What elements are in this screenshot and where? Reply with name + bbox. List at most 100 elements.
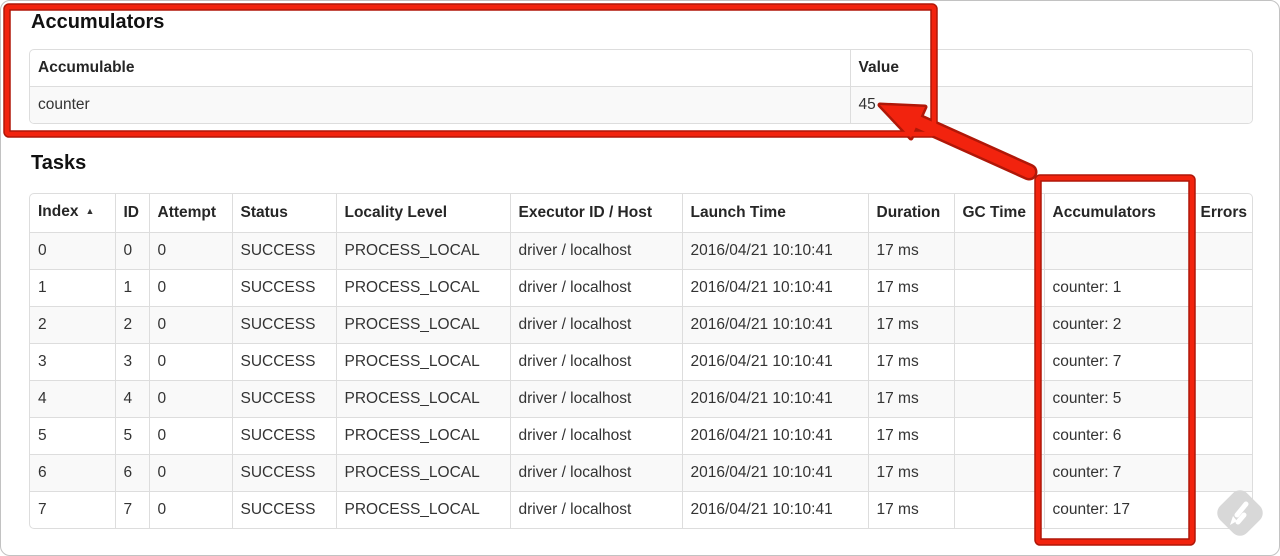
task-status-cell: SUCCESS [231,232,336,270]
launch-time-column-header[interactable]: Launch Time [681,194,868,233]
duration-column-header[interactable]: Duration [867,194,954,233]
task-duration-cell: 17 ms [867,269,954,307]
task-id-cell: 5 [114,417,149,455]
task-executor-cell: driver / localhost [509,454,682,492]
locality-level-column-header[interactable]: Locality Level [335,194,510,233]
gc-time-column-header[interactable]: GC Time [953,194,1044,233]
task-executor-cell: driver / localhost [509,269,682,307]
id-column-header[interactable]: ID [114,194,149,233]
task-row: 0 0 0 SUCCESS PROCESS_LOCAL driver / loc… [30,232,1252,270]
task-executor-cell: driver / localhost [509,417,682,455]
task-gc-time-cell [953,417,1044,455]
task-gc-time-cell [953,491,1044,528]
tasks-heading: Tasks [31,152,87,174]
index-column-header[interactable]: Index ▲ [30,194,115,233]
task-index-cell: 6 [30,454,115,492]
annotation-arrow-shaft [912,116,1035,178]
task-locality-cell: PROCESS_LOCAL [335,306,510,344]
tasks-header-row: Index ▲ ID Attempt Status Locality Level … [30,194,1252,233]
task-row: 5 5 0 SUCCESS PROCESS_LOCAL driver / loc… [30,417,1252,455]
task-index-cell: 4 [30,380,115,418]
task-errors-cell [1191,454,1252,492]
task-row: 1 1 0 SUCCESS PROCESS_LOCAL driver / loc… [30,269,1252,307]
task-index-cell: 3 [30,343,115,381]
task-launch-time-cell: 2016/04/21 10:10:41 [681,343,868,381]
task-attempt-cell: 0 [148,306,232,344]
task-status-cell: SUCCESS [231,269,336,307]
task-id-cell: 6 [114,454,149,492]
accumulators-heading: Accumulators [31,11,165,33]
task-id-cell: 2 [114,306,149,344]
tasks-table: Index ▲ ID Attempt Status Locality Level … [29,193,1253,529]
task-duration-cell: 17 ms [867,232,954,270]
task-duration-cell: 17 ms [867,417,954,455]
task-launch-time-cell: 2016/04/21 10:10:41 [681,232,868,270]
task-id-cell: 4 [114,380,149,418]
task-attempt-cell: 0 [148,380,232,418]
task-gc-time-cell [953,454,1044,492]
task-locality-cell: PROCESS_LOCAL [335,454,510,492]
task-launch-time-cell: 2016/04/21 10:10:41 [681,491,868,528]
task-duration-cell: 17 ms [867,454,954,492]
status-column-header[interactable]: Status [231,194,336,233]
task-row: 7 7 0 SUCCESS PROCESS_LOCAL driver / loc… [30,491,1252,528]
attempt-column-header[interactable]: Attempt [148,194,232,233]
task-locality-cell: PROCESS_LOCAL [335,232,510,270]
task-locality-cell: PROCESS_LOCAL [335,491,510,528]
task-gc-time-cell [953,380,1044,418]
task-attempt-cell: 0 [148,491,232,528]
task-accumulators-cell: counter: 7 [1043,454,1192,492]
task-errors-cell [1191,306,1252,344]
task-attempt-cell: 0 [148,269,232,307]
task-accumulators-cell: counter: 17 [1043,491,1192,528]
task-locality-cell: PROCESS_LOCAL [335,417,510,455]
task-errors-cell [1191,343,1252,381]
spark-ui-stage-page: Accumulators Accumulable Value counter 4… [0,0,1280,556]
task-gc-time-cell [953,232,1044,270]
task-accumulators-cell: counter: 5 [1043,380,1192,418]
task-accumulators-cell: counter: 1 [1043,269,1192,307]
task-errors-cell [1191,380,1252,418]
accumulable-value-cell: 45 [849,86,1252,123]
annotation-arrow-outline [909,113,1038,181]
task-index-cell: 7 [30,491,115,528]
sort-ascending-icon: ▲ [85,206,95,216]
accumulators-column-header[interactable]: Accumulators [1043,194,1192,233]
task-attempt-cell: 0 [148,454,232,492]
task-locality-cell: PROCESS_LOCAL [335,380,510,418]
task-status-cell: SUCCESS [231,491,336,528]
accumulable-name-cell: counter [30,86,850,123]
task-status-cell: SUCCESS [231,417,336,455]
task-id-cell: 7 [114,491,149,528]
task-index-cell: 2 [30,306,115,344]
executor-id-host-column-header[interactable]: Executor ID / Host [509,194,682,233]
task-row: 2 2 0 SUCCESS PROCESS_LOCAL driver / loc… [30,306,1252,344]
task-index-cell: 1 [30,269,115,307]
task-gc-time-cell [953,306,1044,344]
task-accumulators-cell: counter: 6 [1043,417,1192,455]
task-duration-cell: 17 ms [867,306,954,344]
task-id-cell: 1 [114,269,149,307]
task-status-cell: SUCCESS [231,380,336,418]
task-attempt-cell: 0 [148,232,232,270]
task-status-cell: SUCCESS [231,306,336,344]
task-index-cell: 0 [30,232,115,270]
task-gc-time-cell [953,343,1044,381]
accumulable-column-header[interactable]: Accumulable [30,50,850,87]
accumulators-table: Accumulable Value counter 45 [29,49,1253,124]
errors-column-header[interactable]: Errors [1191,194,1252,233]
task-launch-time-cell: 2016/04/21 10:10:41 [681,454,868,492]
task-executor-cell: driver / localhost [509,306,682,344]
task-locality-cell: PROCESS_LOCAL [335,343,510,381]
task-id-cell: 3 [114,343,149,381]
task-launch-time-cell: 2016/04/21 10:10:41 [681,269,868,307]
task-duration-cell: 17 ms [867,491,954,528]
accumulator-row: counter 45 [30,86,1252,123]
task-launch-time-cell: 2016/04/21 10:10:41 [681,380,868,418]
task-accumulators-cell [1043,232,1192,270]
task-executor-cell: driver / localhost [509,232,682,270]
task-accumulators-cell: counter: 7 [1043,343,1192,381]
task-errors-cell [1191,491,1252,528]
value-column-header[interactable]: Value [849,50,1252,87]
task-duration-cell: 17 ms [867,343,954,381]
